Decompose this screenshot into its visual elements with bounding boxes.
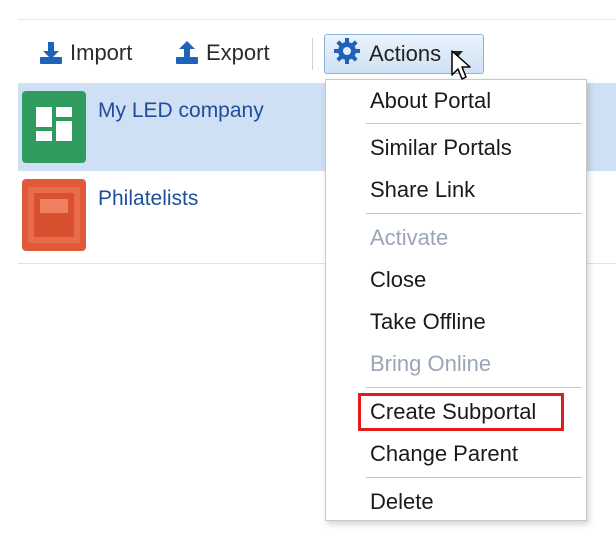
export-label: Export xyxy=(206,40,270,65)
menu-item-bring-online: Bring Online xyxy=(370,351,492,376)
export-icon xyxy=(174,40,200,66)
menu-separator xyxy=(366,123,582,124)
highlight-box xyxy=(358,393,564,431)
mouse-pointer-icon xyxy=(450,49,474,88)
toolbar: Import Export Actions xyxy=(18,30,616,82)
menu-item-change-parent[interactable]: Change Parent xyxy=(370,441,518,467)
import-icon xyxy=(38,40,64,66)
menu-separator xyxy=(366,387,582,388)
gear-icon xyxy=(333,37,361,71)
import-button[interactable]: Import xyxy=(38,38,132,68)
toolbar-separator xyxy=(312,38,313,70)
menu-separator xyxy=(366,213,582,214)
actions-label: Actions xyxy=(369,41,442,66)
portal-name-link[interactable]: Philatelists xyxy=(98,187,198,211)
portal-name-link[interactable]: My LED company xyxy=(98,99,264,123)
actions-dropdown-menu: About Portal Similar Portals Share Link … xyxy=(325,79,587,521)
menu-item-activate: Activate xyxy=(370,225,449,250)
menu-separator xyxy=(366,477,582,478)
menu-item-delete[interactable]: Delete xyxy=(370,489,434,515)
import-label: Import xyxy=(70,40,133,65)
green-grid-icon xyxy=(22,91,86,163)
export-button[interactable]: Export xyxy=(174,38,270,68)
menu-item-about-portal[interactable]: About Portal xyxy=(370,88,491,114)
stamp-image xyxy=(22,179,86,251)
top-divider xyxy=(18,19,616,20)
menu-item-similar-portals[interactable]: Similar Portals xyxy=(370,135,512,161)
menu-item-close[interactable]: Close xyxy=(370,267,426,293)
menu-item-share-link[interactable]: Share Link xyxy=(370,177,475,203)
menu-item-take-offline[interactable]: Take Offline xyxy=(370,309,486,335)
